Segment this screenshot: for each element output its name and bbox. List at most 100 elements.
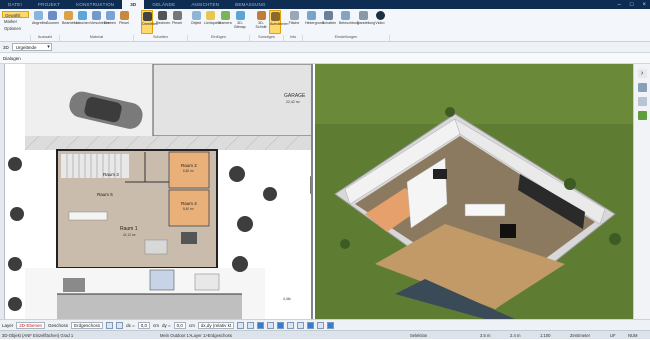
tab-konstruktion[interactable]: KONSTRUKTION [68, 0, 122, 9]
shadow-icon [142, 12, 152, 21]
section-icon [256, 11, 266, 20]
objects-icon[interactable] [637, 97, 647, 106]
tool-10-icon[interactable] [327, 321, 335, 329]
tool-5-icon[interactable] [277, 321, 285, 329]
quick-access: Gewählt Marker Optionen [2, 11, 29, 32]
material-pinsel-button[interactable]: Pinsel [118, 10, 130, 34]
garage-label: GARAGE [284, 93, 306, 99]
view-toolbar: 3D Urgelände [0, 42, 650, 53]
right-tool-panel: › [633, 64, 650, 319]
3d-view[interactable] [315, 64, 633, 319]
quick-optionen-button[interactable]: Optionen [2, 25, 29, 32]
hintergrund-button[interactable]: Hintergrund [305, 10, 324, 34]
floor-label: Geschoss [48, 322, 69, 328]
play-icon [375, 11, 385, 20]
darstellung-button[interactable]: Darstellung [357, 10, 375, 34]
abgreifen-button[interactable]: Abgreifen [32, 10, 47, 34]
verschieben-button[interactable]: Verschieben [90, 10, 110, 34]
quick-marker-button[interactable]: Marker [2, 18, 29, 25]
tool-1-icon[interactable] [237, 321, 245, 329]
tab-datei[interactable]: DATEI [0, 0, 30, 9]
tool-9-icon[interactable] [317, 321, 325, 329]
tool-3-icon[interactable] [257, 321, 265, 329]
garage-area: 22,42 m² [286, 100, 301, 104]
lichtquelle-button[interactable]: Lichtquelle [204, 10, 221, 34]
minimize-icon[interactable]: – [618, 2, 621, 8]
bulb-icon [205, 11, 215, 20]
schatten-pinsel-button[interactable]: Pinsel [171, 10, 183, 34]
group-label-schatten: Schatten [133, 35, 187, 41]
bearbeiten-button[interactable]: Bearbeiten [62, 10, 79, 34]
tool-4-icon[interactable] [267, 321, 275, 329]
dx-input[interactable]: 0,0 [137, 321, 150, 329]
tool-2-icon[interactable] [247, 321, 255, 329]
tab-bemassung[interactable]: BEMASSUNG [227, 0, 274, 9]
room-4-label: Raum 4 [181, 201, 197, 206]
room-3-label: Raum 3 [103, 172, 119, 177]
relative-select[interactable]: dx,dy (relativ kt [197, 321, 235, 329]
panel-arrow-icon[interactable]: › [637, 69, 647, 78]
armchair-3d [500, 224, 516, 238]
tab-gelaende[interactable]: GELÄNDE [144, 0, 183, 9]
paintbrush-icon [119, 11, 129, 20]
group-label-info: Info [283, 35, 302, 41]
room-2-label: Raum 2 [181, 163, 197, 168]
tab-3d[interactable]: 3D [122, 0, 145, 9]
capture-icon [270, 12, 280, 21]
lounge-chair [63, 278, 85, 292]
objekt-button[interactable]: Objekt [190, 10, 202, 34]
dy-label: dy = [161, 322, 171, 328]
kamera-button[interactable]: Kamera [219, 10, 232, 34]
terrain-select[interactable]: Urgelände [11, 43, 52, 51]
view-label: 3D [3, 44, 9, 50]
piano [181, 232, 197, 244]
bottom-toolbar: Layer 2D-Ebenen Geschoss Erdgeschoss dx … [0, 319, 650, 330]
zoomen-button[interactable]: Zoomen [46, 10, 59, 34]
lamp-icon [191, 11, 201, 20]
plants-icon[interactable] [637, 111, 647, 120]
eraser-icon [77, 11, 87, 20]
layers-icon[interactable] [637, 83, 647, 92]
loeschen-button[interactable]: Löschen [76, 10, 90, 34]
tool-8-icon[interactable] [307, 321, 315, 329]
house-icon [306, 11, 316, 20]
tab-projekt[interactable]: PROJEKT [30, 0, 68, 9]
dy-input[interactable]: 0,0 [173, 321, 186, 329]
deck-table [194, 273, 220, 291]
pool [57, 294, 242, 319]
aufnahmen-button[interactable]: Aufnahmen [269, 10, 288, 34]
group-label-einfuegen: Einfügen [187, 35, 249, 41]
3d-bitmap-button[interactable]: 3D-Bitmap [234, 10, 246, 34]
drehen-button[interactable]: Drehen [104, 10, 116, 34]
schatten-button[interactable]: Schatten [322, 10, 336, 34]
grid-icon[interactable] [106, 321, 114, 329]
flaeche-button[interactable]: Fläche [288, 10, 300, 34]
kitchen-counter [68, 211, 108, 221]
move-icon [91, 11, 101, 20]
tool-7-icon[interactable] [297, 321, 305, 329]
outdoor-sofa [149, 269, 175, 291]
floor-plan-view[interactable]: GARAGE 22,42 m² Raum 3 Raum 2 6,60 m² Ra… [0, 64, 313, 319]
kitchen-island-3d [464, 203, 506, 217]
tool-6-icon[interactable] [287, 321, 295, 329]
group-label-material: Material [59, 35, 133, 41]
snap-icon[interactable] [116, 321, 124, 329]
layer-select[interactable]: 2D-Ebenen [16, 321, 46, 329]
3d-schnitt-button[interactable]: 3D-Schnitt [255, 10, 267, 34]
ribbon: Gewählt Marker Optionen Abgreifen Zoomen… [0, 9, 650, 42]
house-light-icon [340, 11, 350, 20]
brush-icon [63, 11, 73, 20]
dy-unit: cm [188, 322, 195, 328]
beleuchtung-button[interactable]: Beleuchtung [339, 10, 359, 34]
close-icon[interactable]: × [642, 2, 646, 8]
tab-ansichten[interactable]: ANSICHTEN [183, 0, 227, 9]
plan-scrollbar[interactable] [310, 176, 311, 194]
rechnen-button[interactable]: Rechnen [156, 10, 170, 34]
room-1-area: 41,12 m² [123, 233, 136, 237]
video-button[interactable]: Video [374, 10, 386, 34]
status-bar: 3D-Objekt (ANF Einzelflächen) Grad 1 Mei… [0, 330, 650, 339]
quick-gewaehlt-button[interactable]: Gewählt [2, 11, 29, 18]
floor-select[interactable]: Erdgeschoss [71, 321, 104, 329]
maximize-icon[interactable]: □ [630, 2, 634, 8]
darstellen-button[interactable]: Darstellen [141, 10, 158, 34]
